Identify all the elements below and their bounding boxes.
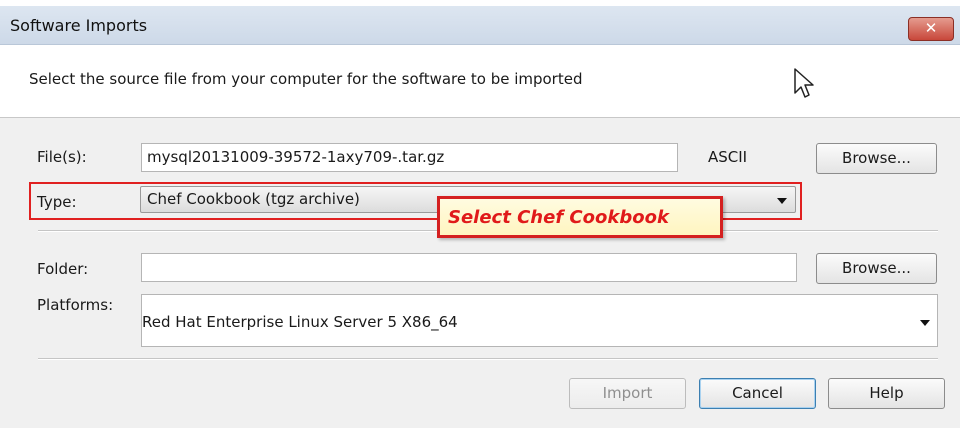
files-browse-button[interactable]: Browse... <box>816 143 937 174</box>
title-bar: Software Imports ✕ <box>0 6 960 45</box>
platforms-value: Red Hat Enterprise Linux Server 5 X86_64 <box>142 313 458 331</box>
files-input-value: mysql20131009-39572-1axy709-.tar.gz <box>147 148 445 166</box>
divider <box>38 358 938 360</box>
encoding-label: ASCII <box>708 148 748 166</box>
folder-label: Folder: <box>37 260 89 278</box>
window-title: Software Imports <box>10 16 148 35</box>
cancel-button[interactable]: Cancel <box>699 378 816 409</box>
chevron-down-icon <box>920 320 930 326</box>
platforms-list[interactable]: Red Hat Enterprise Linux Server 5 X86_64 <box>141 294 938 347</box>
mouse-pointer-icon <box>794 68 814 98</box>
files-input[interactable]: mysql20131009-39572-1axy709-.tar.gz <box>141 143 678 172</box>
instruction-text: Select the source file from your compute… <box>29 70 583 88</box>
import-button[interactable]: Import <box>569 378 686 409</box>
help-button[interactable]: Help <box>828 378 945 409</box>
platforms-label: Platforms: <box>37 296 114 314</box>
close-icon: ✕ <box>924 19 938 37</box>
close-button[interactable]: ✕ <box>908 17 954 41</box>
folder-browse-button[interactable]: Browse... <box>816 253 937 284</box>
instruction-panel: Select the source file from your compute… <box>0 45 960 118</box>
folder-input[interactable] <box>141 253 797 282</box>
files-label: File(s): <box>37 148 87 166</box>
callout-text: Select Chef Cookbook <box>448 207 669 228</box>
annotation-callout: Select Chef Cookbook <box>437 196 723 238</box>
